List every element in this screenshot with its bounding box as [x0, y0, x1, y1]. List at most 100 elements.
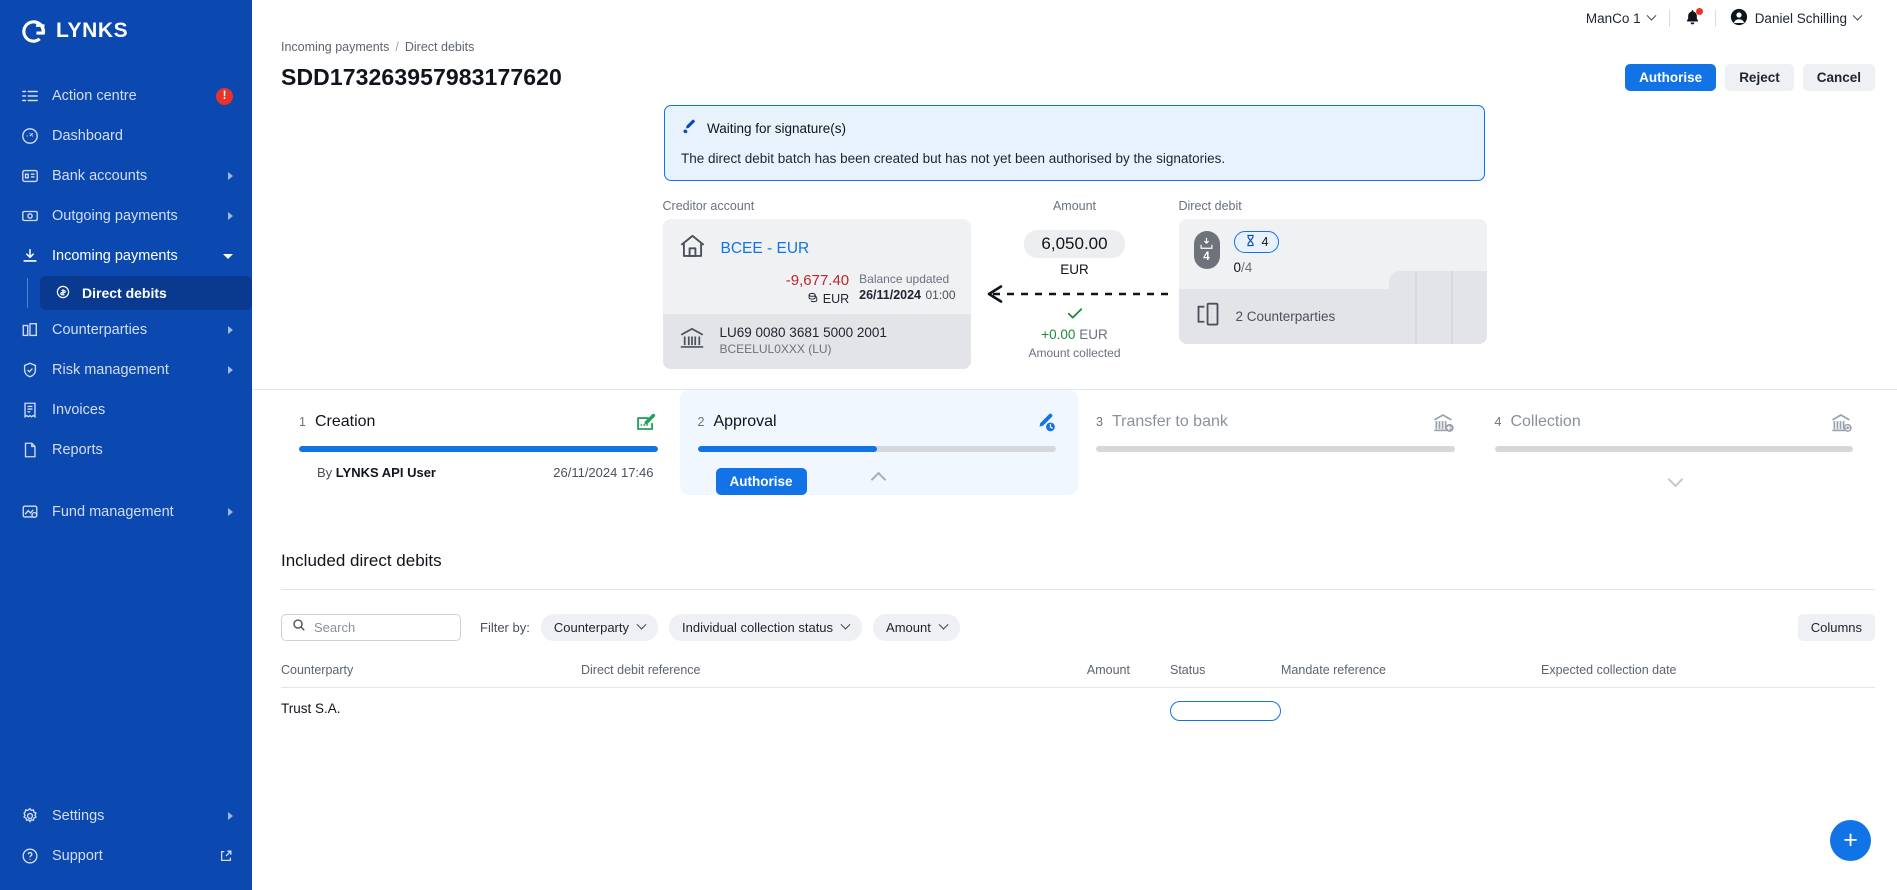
- chevron-right-icon: [228, 212, 233, 220]
- step-label: Transfer to bank: [1111, 413, 1228, 430]
- chevron-down-icon: [1852, 10, 1863, 21]
- outgoing-payments-icon: [20, 207, 39, 226]
- filter-counterparty[interactable]: Counterparty: [540, 614, 658, 641]
- cell-reference: [581, 701, 1001, 721]
- reject-button[interactable]: Reject: [1725, 64, 1794, 91]
- collapse-step-toggle[interactable]: [680, 471, 1079, 488]
- status-banner: Waiting for signature(s) The direct debi…: [664, 105, 1485, 181]
- notifications-button[interactable]: [1670, 8, 1715, 27]
- external-link-icon: [219, 849, 233, 863]
- creditor-iban-block: LU69 0080 3681 5000 2001 BCEELUL0XXX (LU…: [720, 325, 887, 356]
- sidebar-item-label: Risk management: [52, 362, 169, 378]
- page-header: Incoming payments / Direct debits SDD173…: [252, 36, 1897, 91]
- search-box[interactable]: [281, 614, 461, 641]
- column-header-status[interactable]: Status: [1136, 663, 1281, 677]
- step-approval[interactable]: 2 Approval Authorise: [679, 390, 1079, 495]
- bank-accounts-icon: [20, 167, 39, 186]
- table-toolbar: Filter by: Counterparty Individual colle…: [281, 614, 1875, 641]
- user-name: Daniel Schilling: [1754, 10, 1847, 26]
- sidebar-item-action-centre[interactable]: Action centre !: [0, 76, 252, 116]
- filter-individual-collection-status[interactable]: Individual collection status: [669, 614, 863, 641]
- step-number: 2: [697, 415, 705, 429]
- filter-amount[interactable]: Amount: [873, 614, 960, 641]
- column-header-expected-date[interactable]: Expected collection date: [1541, 663, 1875, 677]
- column-header-mandate[interactable]: Mandate reference: [1281, 663, 1541, 677]
- sidebar-item-label: Invoices: [52, 402, 106, 418]
- amount-label: Amount: [1052, 199, 1097, 213]
- transfer-to-bank-icon: [1432, 411, 1455, 434]
- expand-step-toggle[interactable]: [1477, 471, 1876, 488]
- sidebar-item-invoices[interactable]: Invoices: [0, 390, 252, 430]
- breadcrumb: Incoming payments / Direct debits: [252, 40, 1897, 54]
- invoices-icon: [20, 401, 39, 420]
- sidebar-item-support[interactable]: Support: [0, 836, 252, 876]
- step-progress-bar: [1096, 446, 1455, 452]
- user-menu[interactable]: Daniel Schilling: [1716, 8, 1875, 29]
- column-header-amount[interactable]: Amount: [1001, 663, 1136, 677]
- step-number: 3: [1096, 415, 1103, 429]
- step-author: By LYNKS API User: [317, 465, 436, 480]
- breadcrumb-parent[interactable]: Incoming payments: [281, 40, 389, 54]
- creditor-account-section: Creditor account BCEE - EUR -9,677.40 EU…: [662, 199, 971, 369]
- direct-debit-progress-done: 0: [1233, 260, 1242, 275]
- sidebar-item-settings[interactable]: Settings: [0, 796, 252, 836]
- sidebar-item-dashboard[interactable]: Dashboard: [0, 116, 252, 156]
- cancel-button[interactable]: Cancel: [1802, 64, 1875, 91]
- columns-button[interactable]: Columns: [1797, 614, 1875, 641]
- lynks-logo-icon: [20, 18, 47, 45]
- filter-by-label: Filter by:: [480, 620, 530, 635]
- status-badge: [1170, 701, 1281, 721]
- risk-management-icon: [20, 361, 39, 380]
- chevron-up-icon: [870, 471, 887, 488]
- creditor-account-name-row: BCEE - EUR: [678, 232, 956, 266]
- sidebar-item-counterparties[interactable]: Counterparties: [0, 310, 252, 350]
- direct-debit-label: Direct debit: [1178, 199, 1242, 213]
- sidebar-item-direct-debits[interactable]: Direct debits: [40, 276, 252, 310]
- table-row[interactable]: Trust S.A.: [281, 688, 1875, 721]
- dashboard-icon: [20, 127, 39, 146]
- creditor-iban: LU69 0080 3681 5000 2001: [719, 325, 887, 340]
- authorise-button[interactable]: Authorise: [1625, 64, 1717, 91]
- bank-building-icon: [678, 324, 706, 357]
- filter-label: Counterparty: [553, 620, 629, 635]
- chevron-right-icon: [228, 172, 233, 180]
- brand-logo-area[interactable]: LYNKS: [0, 0, 252, 62]
- status-badge: 4: [1233, 231, 1280, 253]
- approval-pen-clock-icon: [1033, 411, 1056, 434]
- creditor-account-card[interactable]: BCEE - EUR -9,677.40 EUR Balance updated…: [662, 219, 971, 369]
- divider: [281, 589, 1875, 590]
- column-header-counterparty[interactable]: Counterparty: [281, 663, 581, 677]
- sidebar-item-label: Fund management: [52, 504, 174, 520]
- notification-bell-icon: [1684, 8, 1703, 27]
- creditor-account-bottom: LU69 0080 3681 5000 2001 BCEELUL0XXX (LU…: [662, 314, 971, 369]
- step-date: 26/11/2024 17:46: [553, 465, 654, 480]
- sidebar-item-risk-management[interactable]: Risk management: [0, 350, 252, 390]
- search-input[interactable]: [314, 620, 450, 635]
- creditor-account-name[interactable]: BCEE - EUR: [721, 240, 810, 258]
- column-header-reference[interactable]: Direct debit reference: [581, 663, 1001, 677]
- sidebar-item-bank-accounts[interactable]: Bank accounts: [0, 156, 252, 196]
- step-transfer-to-bank[interactable]: 3 Transfer to bank: [1078, 390, 1477, 495]
- hourglass-icon: [1245, 234, 1256, 250]
- cell-expected-date: [1541, 701, 1875, 721]
- org-switcher[interactable]: ManCo 1: [1572, 10, 1669, 26]
- breadcrumb-current[interactable]: Direct debits: [405, 40, 474, 54]
- action-centre-icon: [20, 87, 39, 106]
- chevron-down-icon: [1646, 10, 1657, 21]
- sidebar-item-fund-management[interactable]: Fund management: [0, 492, 252, 532]
- chevron-down-icon: [223, 253, 233, 259]
- sidebar: LYNKS Action centre ! Dashboard Bank acc…: [0, 0, 252, 890]
- coins-icon: [807, 291, 819, 306]
- amount-value: 6,050.00: [1024, 230, 1125, 258]
- step-progress-bar: [697, 446, 1056, 452]
- sidebar-item-incoming-payments[interactable]: Incoming payments: [0, 236, 252, 276]
- sidebar-item-reports[interactable]: Reports: [0, 430, 252, 470]
- add-direct-debit-fab[interactable]: +: [1830, 820, 1871, 861]
- creditor-account-top: BCEE - EUR -9,677.40 EUR Balance updated…: [663, 219, 971, 314]
- direct-debit-card[interactable]: 4 4 0/4 2 Counterparties: [1178, 219, 1487, 344]
- step-creation[interactable]: 1 Creation By LYNKS API User 26/11/2024 …: [281, 390, 680, 495]
- sidebar-item-outgoing-payments[interactable]: Outgoing payments: [0, 196, 252, 236]
- step-collection[interactable]: 4 Collection: [1477, 390, 1876, 495]
- chevron-down-icon: [840, 619, 851, 630]
